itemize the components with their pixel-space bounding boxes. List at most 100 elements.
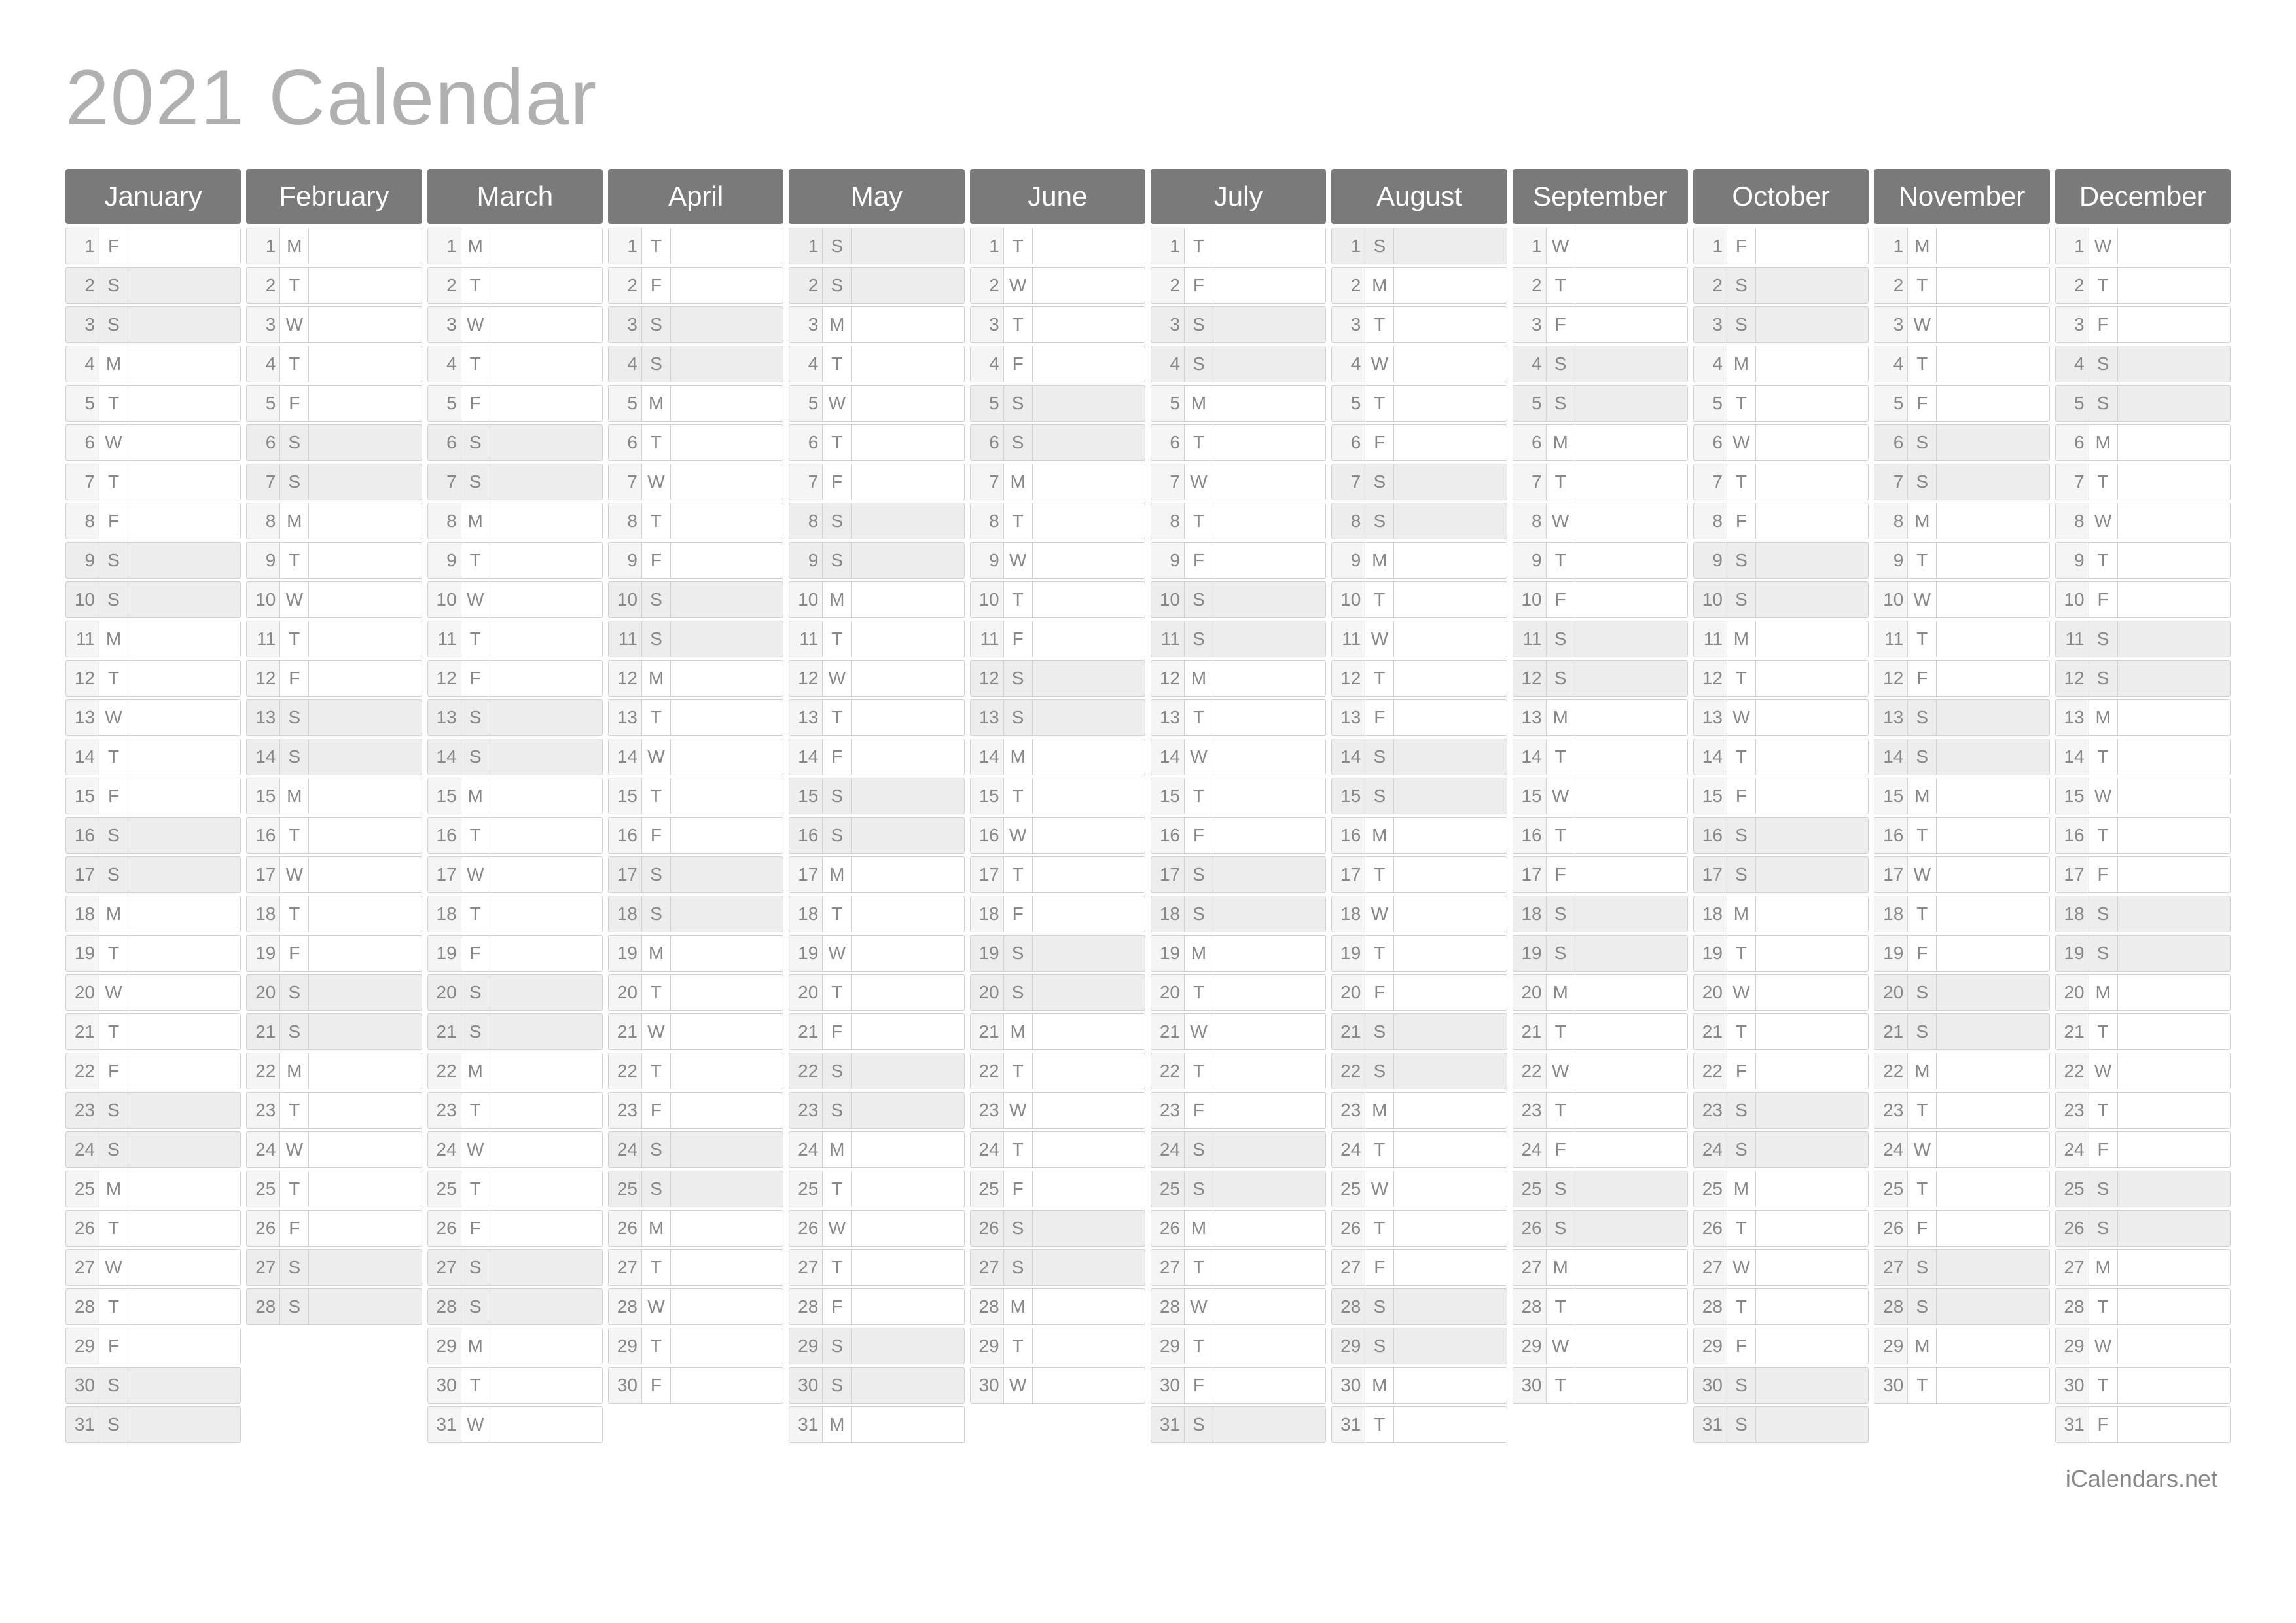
day-row: 25W (1331, 1171, 1507, 1207)
day-space (1575, 228, 1688, 264)
day-number: 16 (65, 817, 99, 854)
day-row: 8M (1874, 503, 2049, 539)
day-weekday: S (1004, 424, 1033, 461)
day-number: 25 (1151, 1171, 1185, 1207)
day-row: 22M (246, 1053, 422, 1089)
day-number: 11 (1331, 621, 1365, 657)
day-space (1575, 1131, 1688, 1168)
day-space (1213, 267, 1326, 304)
day-weekday: W (823, 385, 852, 422)
day-row: 6S (970, 424, 1145, 461)
day-space (1937, 267, 2049, 304)
day-weekday: F (280, 1210, 309, 1247)
day-weekday: S (280, 739, 309, 775)
month-header: August (1331, 169, 1507, 224)
day-row: 15T (1151, 778, 1326, 814)
day-weekday: W (99, 1249, 128, 1286)
day-weekday: T (1365, 1210, 1394, 1247)
day-row: 11T (789, 621, 964, 657)
day-row: 23M (1331, 1092, 1507, 1129)
day-number: 11 (2055, 621, 2089, 657)
day-space (671, 581, 783, 618)
day-weekday: S (823, 228, 852, 264)
day-space (1575, 974, 1688, 1011)
day-weekday: W (99, 424, 128, 461)
day-row: 10S (1151, 581, 1326, 618)
day-weekday: T (1004, 778, 1033, 814)
day-number: 30 (608, 1367, 642, 1404)
day-weekday: M (642, 935, 671, 972)
day-weekday: S (461, 1249, 490, 1286)
day-number: 29 (1513, 1328, 1547, 1364)
day-row: 27T (789, 1249, 964, 1286)
day-weekday: S (99, 542, 128, 579)
day-space (1213, 464, 1326, 500)
day-number: 19 (1331, 935, 1365, 972)
day-row: 5M (1151, 385, 1326, 422)
day-space (852, 1131, 964, 1168)
day-space (1033, 935, 1145, 972)
day-row: 19F (1874, 935, 2049, 972)
day-weekday: M (1908, 1053, 1937, 1089)
day-space (1937, 1171, 2049, 1207)
day-weekday: S (823, 817, 852, 854)
day-row: 28F (789, 1288, 964, 1325)
day-number: 22 (246, 1053, 280, 1089)
day-weekday: M (1727, 1171, 1756, 1207)
day-number: 5 (1874, 385, 1908, 422)
day-number: 24 (608, 1131, 642, 1168)
day-space (490, 817, 603, 854)
day-space (309, 1171, 422, 1207)
day-row: 13S (246, 699, 422, 736)
day-row: 27S (427, 1249, 603, 1286)
day-weekday: S (1004, 699, 1033, 736)
month-column: June1T2W3T4F5S6S7M8T9W10T11F12S13S14M15T… (970, 169, 1145, 1446)
day-row: 20F (1331, 974, 1507, 1011)
day-row: 6F (1331, 424, 1507, 461)
day-weekday: F (1727, 1053, 1756, 1089)
day-row: 21M (970, 1013, 1145, 1050)
day-space (128, 699, 241, 736)
day-weekday: M (642, 660, 671, 697)
day-weekday: T (642, 1328, 671, 1364)
day-space (1033, 1210, 1145, 1247)
day-space (1756, 1013, 1869, 1050)
day-row: 19M (608, 935, 783, 972)
day-weekday: M (1365, 1367, 1394, 1404)
day-number: 17 (246, 856, 280, 893)
day-space (309, 503, 422, 539)
day-weekday: T (1365, 581, 1394, 618)
day-row: 17S (1151, 856, 1326, 893)
day-space (2118, 1053, 2231, 1089)
day-number: 12 (65, 660, 99, 697)
day-number: 15 (427, 778, 461, 814)
day-space (490, 621, 603, 657)
day-space (1937, 306, 2049, 343)
day-space (490, 581, 603, 618)
day-space (1937, 1328, 2049, 1364)
day-weekday: W (1727, 974, 1756, 1011)
day-row: 26T (65, 1210, 241, 1247)
day-row: 16S (1693, 817, 1869, 854)
day-weekday: F (2089, 306, 2118, 343)
day-space (1937, 660, 2049, 697)
day-space (490, 1210, 603, 1247)
day-number: 30 (427, 1367, 461, 1404)
day-number: 11 (1513, 621, 1547, 657)
day-number: 7 (2055, 464, 2089, 500)
day-number: 14 (427, 739, 461, 775)
day-number: 15 (608, 778, 642, 814)
day-weekday: F (1185, 267, 1213, 304)
day-number: 12 (427, 660, 461, 697)
day-space (1937, 699, 2049, 736)
day-space (1937, 385, 2049, 422)
day-number: 19 (65, 935, 99, 972)
day-space (128, 1249, 241, 1286)
day-number: 23 (427, 1092, 461, 1129)
day-number: 22 (1693, 1053, 1727, 1089)
day-number: 19 (427, 935, 461, 972)
day-number: 25 (1874, 1171, 1908, 1207)
day-row: 1M (1874, 228, 2049, 264)
day-space (490, 1288, 603, 1325)
day-weekday: S (99, 1131, 128, 1168)
